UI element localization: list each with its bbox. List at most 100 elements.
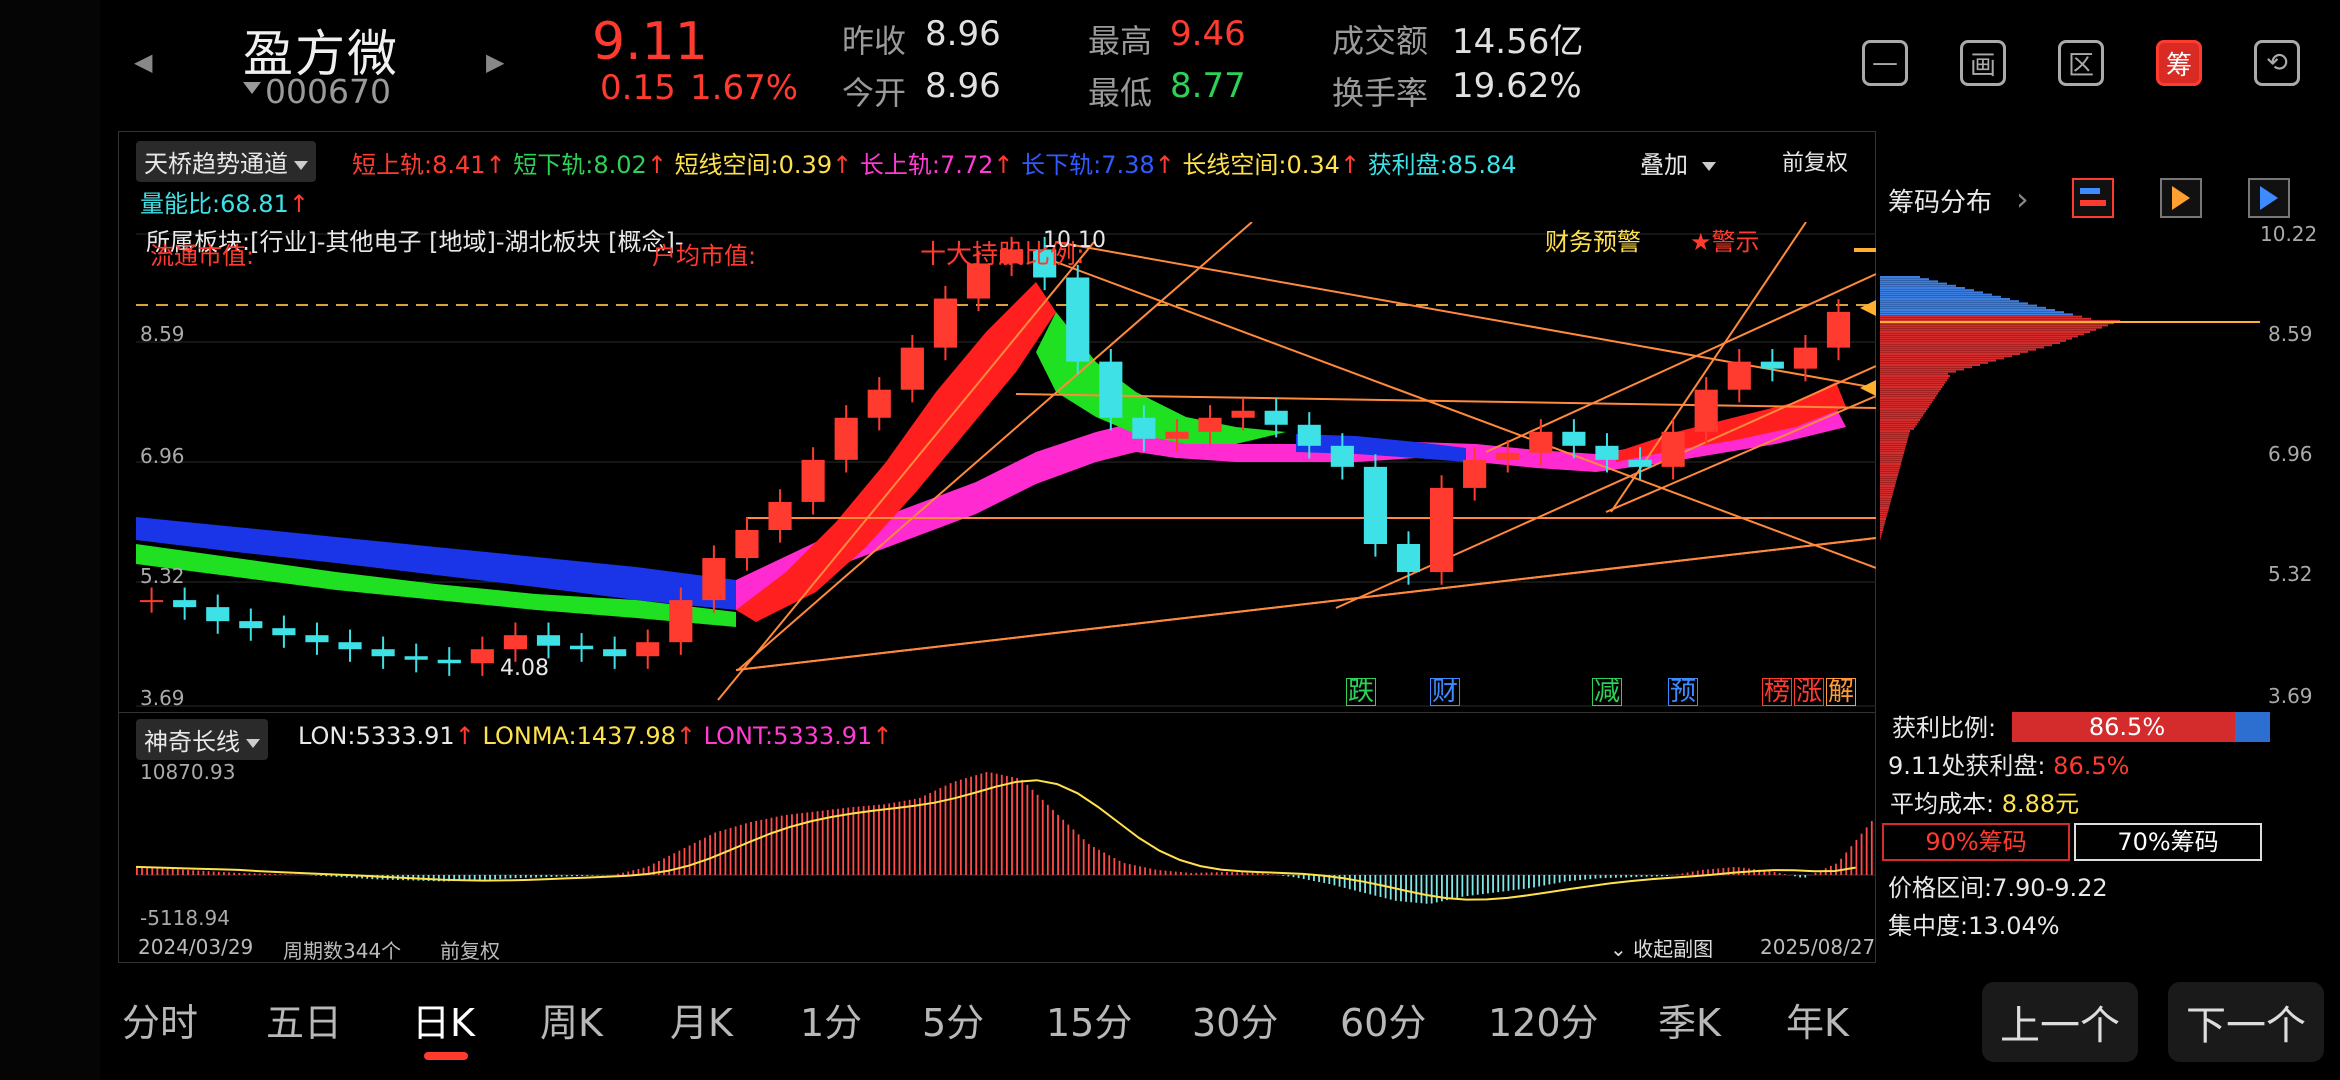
- lon-bar: [1133, 865, 1136, 875]
- event-marker[interactable]: 榜: [1762, 678, 1793, 706]
- sub-indicator-selector[interactable]: 神奇长线: [136, 719, 268, 760]
- start-date: 2024/03/29: [138, 935, 254, 959]
- tab-1min[interactable]: 1分: [800, 992, 862, 1047]
- next-stock-button[interactable]: 下一个: [2168, 982, 2324, 1062]
- event-marker[interactable]: 跌: [1346, 678, 1377, 706]
- candle-body: [1727, 361, 1751, 390]
- prev-stock-arrow-icon[interactable]: ◀: [134, 48, 152, 76]
- chip-bar: [1880, 419, 1920, 421]
- tab-60min[interactable]: 60分: [1340, 992, 1426, 1047]
- tab-weekly-k[interactable]: 周K: [540, 992, 603, 1047]
- candle-body: [1066, 277, 1090, 362]
- collapse-subchart-button[interactable]: ⌄ 收起副图: [1610, 933, 1713, 962]
- tool-glyph: —: [1872, 48, 1898, 78]
- lon-bar: [484, 875, 486, 880]
- candle-body: [702, 558, 726, 601]
- chip-bar: [1880, 427, 1914, 430]
- overlay-selector[interactable]: 叠加: [1640, 145, 1716, 180]
- lon-bar: [924, 795, 926, 875]
- lon-bar: [842, 808, 845, 875]
- picture-icon[interactable]: 画: [1960, 40, 2006, 86]
- chip-70-button[interactable]: 70%筹码: [2074, 823, 2262, 861]
- main-indicator-selector[interactable]: 天桥趋势通道: [136, 141, 316, 182]
- next-stock-arrow-icon[interactable]: ▶: [486, 48, 504, 76]
- tab-daily-k[interactable]: 日K: [412, 992, 475, 1047]
- region-icon[interactable]: 区: [2058, 40, 2104, 86]
- lon-bar: [1077, 834, 1080, 875]
- phone-rotate-icon[interactable]: ⟲: [2254, 40, 2300, 86]
- event-marker[interactable]: 解: [1826, 678, 1857, 706]
- minus-box-icon[interactable]: —: [1862, 40, 1908, 86]
- val-label: 长线空间:: [1182, 151, 1287, 179]
- code-dropdown-icon[interactable]: [243, 82, 261, 94]
- prev-stock-button[interactable]: 上一个: [1982, 982, 2138, 1062]
- chip-mode-fire-icon[interactable]: [2160, 178, 2202, 218]
- y-axis-tick: 5.32: [140, 564, 185, 588]
- quote-value: 8.96: [925, 14, 1001, 54]
- chip-bar: [1880, 315, 2082, 318]
- lon-bar: [1635, 875, 1638, 878]
- tab-yearly-k[interactable]: 年K: [1786, 992, 1849, 1047]
- chevron-down-icon: [246, 738, 260, 748]
- lon-bar: [1287, 875, 1290, 877]
- lon-bar: [1681, 873, 1684, 875]
- adjust-note: 前复权: [440, 939, 500, 963]
- chip-bar: [1880, 476, 1898, 479]
- tab-15min[interactable]: 15分: [1046, 992, 1132, 1047]
- chip-bar: [1880, 500, 1891, 503]
- event-marker[interactable]: 涨: [1794, 678, 1825, 706]
- chip-90-button[interactable]: 90%筹码: [1882, 823, 2070, 861]
- stock-code[interactable]: 000670: [265, 72, 391, 111]
- lon-bar: [1609, 875, 1612, 878]
- profit-ratio-value: 86.5%: [2088, 713, 2166, 741]
- event-marker[interactable]: 预: [1668, 678, 1699, 706]
- lon-bar: [1410, 875, 1413, 903]
- chip-bar: [1880, 353, 2020, 355]
- tab-five-day[interactable]: 五日: [266, 992, 342, 1047]
- tab-intraday[interactable]: 分时: [122, 992, 198, 1047]
- chip-bar: [1880, 377, 1949, 380]
- lon-bar: [770, 817, 773, 875]
- end-date: 2025/08/27: [1760, 935, 1876, 959]
- val-label: LONMA:: [482, 722, 577, 750]
- chips-icon[interactable]: 筹: [2156, 40, 2202, 86]
- chip-bar: [1880, 386, 1943, 388]
- quote-label: 最高: [1088, 22, 1153, 60]
- kline-main-svg[interactable]: [136, 222, 1876, 708]
- chip-bar: [1880, 278, 1929, 281]
- candle-body: [239, 621, 263, 629]
- tab-monthly-k[interactable]: 月K: [670, 992, 733, 1047]
- lon-bar: [929, 792, 932, 875]
- tab-30min[interactable]: 30分: [1192, 992, 1278, 1047]
- lon-bar: [504, 875, 507, 879]
- val: 8.41: [432, 151, 486, 179]
- tab-120min[interactable]: 120分: [1488, 992, 1599, 1047]
- adjust-selector[interactable]: 前复权: [1782, 145, 1848, 177]
- lon-bar: [1599, 875, 1602, 879]
- sub-indicator-svg[interactable]: [136, 755, 1876, 935]
- up-arrow-icon: ↑: [993, 151, 1014, 179]
- lon-bar: [775, 816, 778, 875]
- lon-bar: [1098, 849, 1100, 875]
- lon-bar: [1476, 875, 1479, 895]
- tab-5min[interactable]: 5分: [922, 992, 984, 1047]
- lon-bar: [263, 873, 266, 875]
- triangle-glyph: [2172, 186, 2190, 210]
- chip-y-tick: 5.32: [2268, 562, 2313, 586]
- chip-bar: [1880, 405, 1929, 408]
- candle-body: [900, 347, 924, 390]
- lon-bar: [1128, 864, 1131, 875]
- tab-quarterly-k[interactable]: 季K: [1658, 992, 1721, 1047]
- candle-body: [1463, 459, 1487, 488]
- event-marker[interactable]: 减: [1592, 678, 1623, 706]
- chevron-right-icon[interactable]: ›: [2016, 180, 2029, 218]
- lon-bar: [1615, 875, 1617, 878]
- price-change: 0.15: [600, 68, 676, 108]
- chip-mode-bars-icon[interactable]: [2072, 178, 2114, 218]
- candle-body: [1496, 452, 1520, 460]
- lon-bar: [1067, 824, 1070, 875]
- lon-bar: [1046, 804, 1049, 875]
- event-marker[interactable]: 财: [1430, 678, 1461, 706]
- chip-mode-blue-icon[interactable]: [2248, 178, 2290, 218]
- lon-bar: [1231, 872, 1233, 875]
